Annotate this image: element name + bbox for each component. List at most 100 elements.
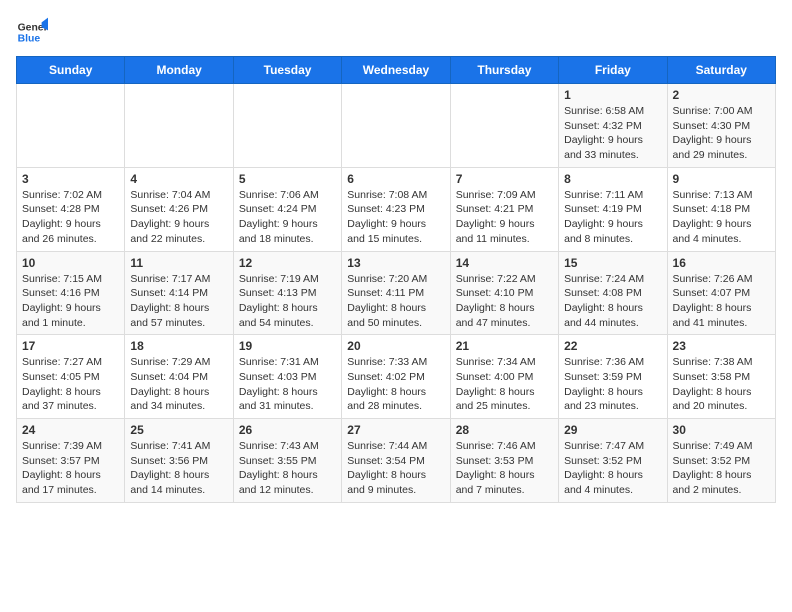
calendar-week-row: 1Sunrise: 6:58 AMSunset: 4:32 PMDaylight… (17, 84, 776, 168)
day-info: Sunrise: 7:34 AMSunset: 4:00 PMDaylight:… (456, 355, 553, 414)
day-info: Sunrise: 7:38 AMSunset: 3:58 PMDaylight:… (673, 355, 770, 414)
day-number: 28 (456, 423, 553, 437)
calendar-cell: 1Sunrise: 6:58 AMSunset: 4:32 PMDaylight… (559, 84, 667, 168)
day-of-week-header: Saturday (667, 57, 775, 84)
day-info: Sunrise: 7:36 AMSunset: 3:59 PMDaylight:… (564, 355, 661, 414)
day-number: 27 (347, 423, 444, 437)
calendar-cell (17, 84, 125, 168)
day-number: 5 (239, 172, 336, 186)
day-info: Sunrise: 7:08 AMSunset: 4:23 PMDaylight:… (347, 188, 444, 247)
day-number: 3 (22, 172, 119, 186)
calendar-cell (450, 84, 558, 168)
calendar-cell: 3 Sunrise: 7:02 AMSunset: 4:28 PMDaylight… (17, 167, 125, 251)
day-info: Sunrise: 7:17 AMSunset: 4:14 PMDaylight:… (130, 272, 227, 331)
day-number: 13 (347, 256, 444, 270)
day-number: 20 (347, 339, 444, 353)
calendar-cell: 10Sunrise: 7:15 AMSunset: 4:16 PMDayligh… (17, 251, 125, 335)
day-info: Sunrise: 7:24 AMSunset: 4:08 PMDaylight:… (564, 272, 661, 331)
calendar-cell: 14 Sunrise: 7:22 AMSunset: 4:10 PMDayligh… (450, 251, 558, 335)
day-number: 21 (456, 339, 553, 353)
calendar-week-row: 10Sunrise: 7:15 AMSunset: 4:16 PMDayligh… (17, 251, 776, 335)
calendar-cell: 12 Sunrise: 7:19 AMSunset: 4:13 PMDayligh… (233, 251, 341, 335)
calendar-cell: 9Sunrise: 7:13 AMSunset: 4:18 PMDaylight… (667, 167, 775, 251)
day-number: 29 (564, 423, 661, 437)
calendar-cell: 26Sunrise: 7:43 AMSunset: 3:55 PMDayligh… (233, 419, 341, 503)
day-info: Sunrise: 7:49 AMSunset: 3:52 PMDaylight:… (673, 439, 770, 498)
calendar-week-row: 17 Sunrise: 7:27 AMSunset: 4:05 PMDayligh… (17, 335, 776, 419)
day-of-week-header: Friday (559, 57, 667, 84)
day-number: 19 (239, 339, 336, 353)
day-number: 26 (239, 423, 336, 437)
calendar-header-row: SundayMondayTuesdayWednesdayThursdayFrid… (17, 57, 776, 84)
calendar-cell: 24 Sunrise: 7:39 AMSunset: 3:57 PMDayligh… (17, 419, 125, 503)
header: General Blue (16, 16, 776, 48)
calendar-cell: 25Sunrise: 7:41 AMSunset: 3:56 PMDayligh… (125, 419, 233, 503)
day-number: 17 (22, 339, 119, 353)
day-info: Sunrise: 7:46 AMSunset: 3:53 PMDaylight:… (456, 439, 553, 498)
calendar-cell: 8 Sunrise: 7:11 AMSunset: 4:19 PMDaylight… (559, 167, 667, 251)
calendar-cell: 21 Sunrise: 7:34 AMSunset: 4:00 PMDayligh… (450, 335, 558, 419)
day-number: 15 (564, 256, 661, 270)
day-number: 22 (564, 339, 661, 353)
day-info: Sunrise: 7:13 AMSunset: 4:18 PMDaylight:… (673, 188, 770, 247)
calendar-cell: 11 Sunrise: 7:17 AMSunset: 4:14 PMDayligh… (125, 251, 233, 335)
calendar-table: SundayMondayTuesdayWednesdayThursdayFrid… (16, 56, 776, 503)
calendar-cell: 29 Sunrise: 7:47 AMSunset: 3:52 PMDayligh… (559, 419, 667, 503)
calendar-cell: 13 Sunrise: 7:20 AMSunset: 4:11 PMDayligh… (342, 251, 450, 335)
day-number: 10 (22, 256, 119, 270)
calendar-cell (125, 84, 233, 168)
calendar-cell: 6 Sunrise: 7:08 AMSunset: 4:23 PMDaylight… (342, 167, 450, 251)
day-info: Sunrise: 7:11 AMSunset: 4:19 PMDaylight:… (564, 188, 661, 247)
day-info: Sunrise: 7:02 AMSunset: 4:28 PMDaylight:… (22, 188, 119, 247)
day-number: 11 (130, 256, 227, 270)
day-info: Sunrise: 7:26 AMSunset: 4:07 PMDaylight:… (673, 272, 770, 331)
day-number: 24 (22, 423, 119, 437)
day-number: 4 (130, 172, 227, 186)
calendar-cell: 18 Sunrise: 7:29 AMSunset: 4:04 PMDayligh… (125, 335, 233, 419)
day-number: 2 (673, 88, 770, 102)
calendar-week-row: 24 Sunrise: 7:39 AMSunset: 3:57 PMDayligh… (17, 419, 776, 503)
day-of-week-header: Wednesday (342, 57, 450, 84)
day-of-week-header: Monday (125, 57, 233, 84)
day-info: Sunrise: 7:04 AMSunset: 4:26 PMDaylight:… (130, 188, 227, 247)
day-of-week-header: Thursday (450, 57, 558, 84)
day-info: Sunrise: 7:33 AMSunset: 4:02 PMDaylight:… (347, 355, 444, 414)
day-number: 7 (456, 172, 553, 186)
day-number: 18 (130, 339, 227, 353)
day-number: 23 (673, 339, 770, 353)
calendar-cell (342, 84, 450, 168)
day-number: 8 (564, 172, 661, 186)
day-info: Sunrise: 7:19 AMSunset: 4:13 PMDaylight:… (239, 272, 336, 331)
logo: General Blue (16, 16, 48, 48)
day-info: Sunrise: 7:20 AMSunset: 4:11 PMDaylight:… (347, 272, 444, 331)
day-info: Sunrise: 7:41 AMSunset: 3:56 PMDaylight:… (130, 439, 227, 498)
calendar-cell: 22 Sunrise: 7:36 AMSunset: 3:59 PMDayligh… (559, 335, 667, 419)
day-number: 30 (673, 423, 770, 437)
calendar-cell: 19 Sunrise: 7:31 AMSunset: 4:03 PMDayligh… (233, 335, 341, 419)
day-number: 12 (239, 256, 336, 270)
day-number: 16 (673, 256, 770, 270)
calendar-cell: 7Sunrise: 7:09 AMSunset: 4:21 PMDaylight… (450, 167, 558, 251)
calendar-cell: 16 Sunrise: 7:26 AMSunset: 4:07 PMDayligh… (667, 251, 775, 335)
day-info: Sunrise: 7:29 AMSunset: 4:04 PMDaylight:… (130, 355, 227, 414)
calendar-cell: 4 Sunrise: 7:04 AMSunset: 4:26 PMDaylight… (125, 167, 233, 251)
day-info: Sunrise: 7:47 AMSunset: 3:52 PMDaylight:… (564, 439, 661, 498)
calendar-cell: 20 Sunrise: 7:33 AMSunset: 4:02 PMDayligh… (342, 335, 450, 419)
svg-text:Blue: Blue (18, 34, 41, 45)
day-info: Sunrise: 7:39 AMSunset: 3:57 PMDaylight:… (22, 439, 119, 498)
calendar-cell: 2 Sunrise: 7:00 AMSunset: 4:30 PMDaylight… (667, 84, 775, 168)
calendar-cell (233, 84, 341, 168)
day-info: Sunrise: 6:58 AMSunset: 4:32 PMDaylight:… (564, 104, 661, 163)
calendar-cell: 17 Sunrise: 7:27 AMSunset: 4:05 PMDayligh… (17, 335, 125, 419)
calendar-cell: 5Sunrise: 7:06 AMSunset: 4:24 PMDaylight… (233, 167, 341, 251)
day-of-week-header: Sunday (17, 57, 125, 84)
day-info: Sunrise: 7:00 AMSunset: 4:30 PMDaylight:… (673, 104, 770, 163)
day-info: Sunrise: 7:31 AMSunset: 4:03 PMDaylight:… (239, 355, 336, 414)
calendar-cell: 27Sunrise: 7:44 AMSunset: 3:54 PMDayligh… (342, 419, 450, 503)
calendar-cell: 28 Sunrise: 7:46 AMSunset: 3:53 PMDayligh… (450, 419, 558, 503)
day-number: 14 (456, 256, 553, 270)
day-info: Sunrise: 7:22 AMSunset: 4:10 PMDaylight:… (456, 272, 553, 331)
day-number: 6 (347, 172, 444, 186)
calendar-cell: 15 Sunrise: 7:24 AMSunset: 4:08 PMDayligh… (559, 251, 667, 335)
day-info: Sunrise: 7:27 AMSunset: 4:05 PMDaylight:… (22, 355, 119, 414)
